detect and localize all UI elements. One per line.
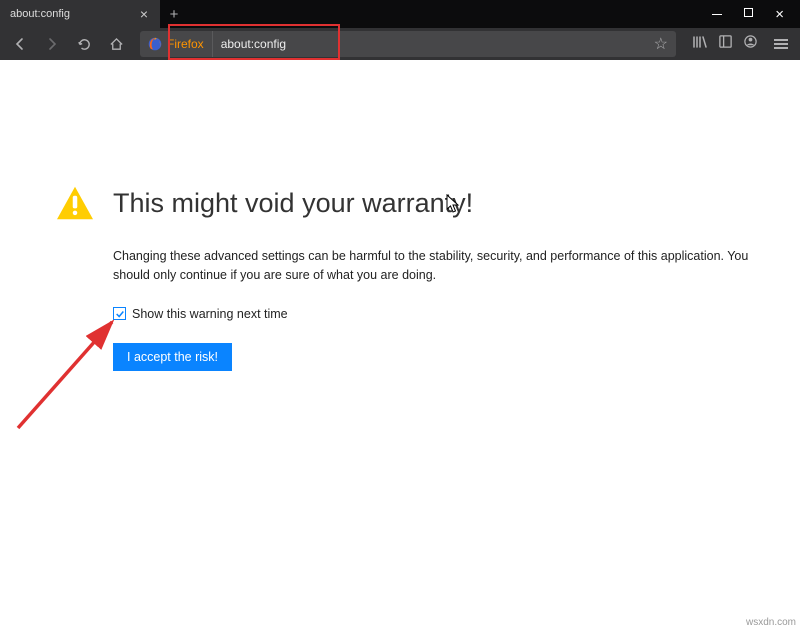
menu-button[interactable] <box>774 37 788 51</box>
tab-title: about:config <box>10 8 136 20</box>
warning-page-content: This might void your warranty! Changing … <box>55 185 760 371</box>
new-tab-button[interactable]: + <box>160 0 188 28</box>
show-warning-checkbox[interactable] <box>113 307 126 320</box>
back-button[interactable] <box>6 30 34 58</box>
show-warning-checkbox-row[interactable]: Show this warning next time <box>113 307 760 321</box>
accept-risk-button[interactable]: I accept the risk! <box>113 343 232 371</box>
account-icon[interactable] <box>743 34 758 54</box>
bookmark-star-icon[interactable]: ☆ <box>646 34 676 54</box>
window-titlebar: about:config × + × <box>0 0 800 28</box>
maximize-button[interactable] <box>744 8 753 20</box>
forward-button[interactable] <box>38 30 66 58</box>
identity-label: Firefox <box>167 37 204 51</box>
url-bar[interactable]: Firefox about:config ☆ <box>140 31 676 57</box>
navigation-toolbar: Firefox about:config ☆ <box>0 28 800 60</box>
warning-heading: This might void your warranty! <box>113 188 473 219</box>
firefox-icon <box>148 37 162 51</box>
home-button[interactable] <box>102 30 130 58</box>
checkbox-label: Show this warning next time <box>132 307 288 321</box>
library-icon[interactable] <box>692 34 708 55</box>
warning-description: Changing these advanced settings can be … <box>113 247 760 285</box>
close-tab-icon[interactable]: × <box>136 6 152 22</box>
close-window-button[interactable]: × <box>775 6 784 23</box>
watermark-text: wsxdn.com <box>746 617 796 628</box>
active-tab[interactable]: about:config × <box>0 0 160 28</box>
sidebar-icon[interactable] <box>718 34 733 54</box>
reload-button[interactable] <box>70 30 98 58</box>
minimize-button[interactable] <box>712 8 722 20</box>
identity-box[interactable]: Firefox <box>140 31 213 57</box>
warning-icon <box>55 185 95 221</box>
url-text[interactable]: about:config <box>213 37 294 51</box>
